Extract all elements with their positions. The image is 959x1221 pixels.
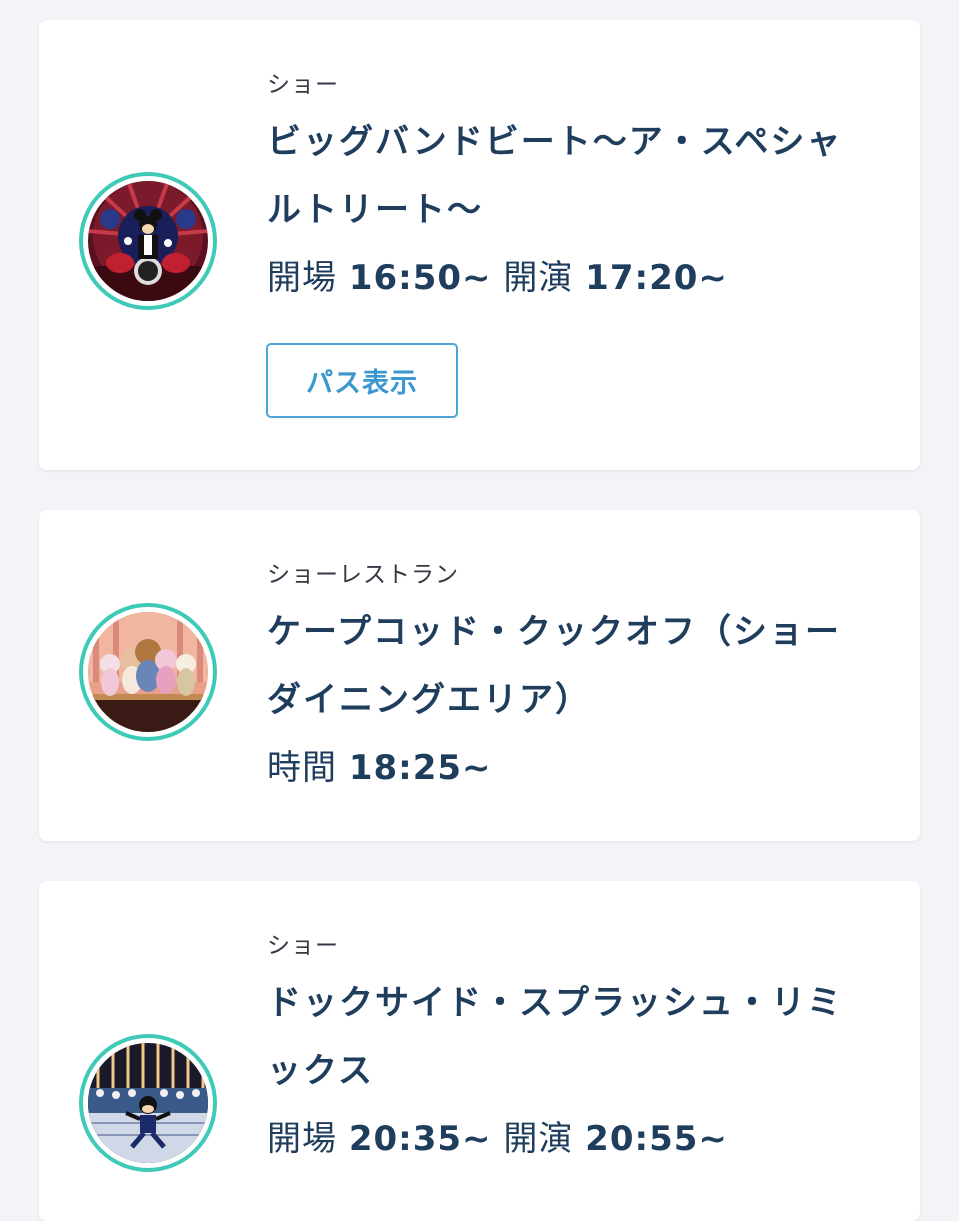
show-times: 開場 20:35~ 開演 20:55~ — [267, 1105, 860, 1173]
show-card[interactable]: ショー ドックサイド・スプラッシュ・リミ ックス 開場 20:35~ 開演 20… — [39, 881, 920, 1221]
time-value-open: 20:35~ — [348, 1119, 492, 1159]
time-label-start: 開演 — [503, 1119, 574, 1159]
title-line-2: ルトリート〜 — [267, 190, 483, 230]
title-line-1: ケープコッド・クックオフ（ショー — [267, 612, 841, 652]
show-times: 開場 16:50~ 開演 17:20~ — [267, 244, 860, 312]
big-band-beat-thumbnail-icon — [88, 181, 208, 301]
card-content: ショー ビッグバンドビート〜ア・スペシャ ルトリート〜 開場 16:50~ 開演… — [267, 70, 860, 312]
category-label: ショー — [267, 72, 339, 98]
show-title[interactable]: ビッグバンドビート〜ア・スペシャ ルトリート〜 — [267, 108, 860, 244]
time-value-start: 17:20~ — [585, 258, 728, 298]
title-line-2: ックス — [267, 1051, 374, 1091]
time-label-start: 開演 — [503, 258, 574, 298]
show-card[interactable]: ショーレストラン ケープコッド・クックオフ（ショー ダイニングエリア） 時間 1… — [39, 510, 920, 841]
show-thumbnail[interactable] — [79, 172, 217, 310]
time-value-start: 20:55~ — [585, 1119, 728, 1159]
title-line-2: ダイニングエリア） — [267, 680, 591, 720]
time-value: 18:25~ — [348, 748, 492, 788]
category-label: ショーレストラン — [267, 562, 459, 588]
title-line-1: ビッグバンドビート〜ア・スペシャ — [267, 122, 843, 162]
cape-cod-cook-off-thumbnail-icon — [88, 612, 208, 732]
card-content: ショーレストラン ケープコッド・クックオフ（ショー ダイニングエリア） 時間 1… — [267, 560, 860, 802]
category-label: ショー — [267, 933, 339, 959]
dockside-splash-remix-thumbnail-icon — [88, 1043, 208, 1163]
title-line-1: ドックサイド・スプラッシュ・リミ — [267, 983, 843, 1023]
show-title[interactable]: ケープコッド・クックオフ（ショー ダイニングエリア） — [267, 598, 860, 734]
card-content: ショー ドックサイド・スプラッシュ・リミ ックス 開場 20:35~ 開演 20… — [267, 931, 860, 1173]
time-label-open: 開場 — [267, 1119, 337, 1159]
time-label: 時間 — [267, 748, 337, 788]
show-thumbnail[interactable] — [79, 603, 217, 741]
show-pass-button[interactable]: パス表示 — [266, 343, 458, 418]
show-times: 時間 18:25~ — [267, 734, 860, 802]
time-label-open: 開場 — [267, 258, 337, 298]
show-title[interactable]: ドックサイド・スプラッシュ・リミ ックス — [267, 969, 860, 1105]
time-value-open: 16:50~ — [348, 258, 492, 298]
show-card[interactable]: ショー ビッグバンドビート〜ア・スペシャ ルトリート〜 開場 16:50~ 開演… — [39, 20, 920, 470]
show-thumbnail[interactable] — [79, 1034, 217, 1172]
